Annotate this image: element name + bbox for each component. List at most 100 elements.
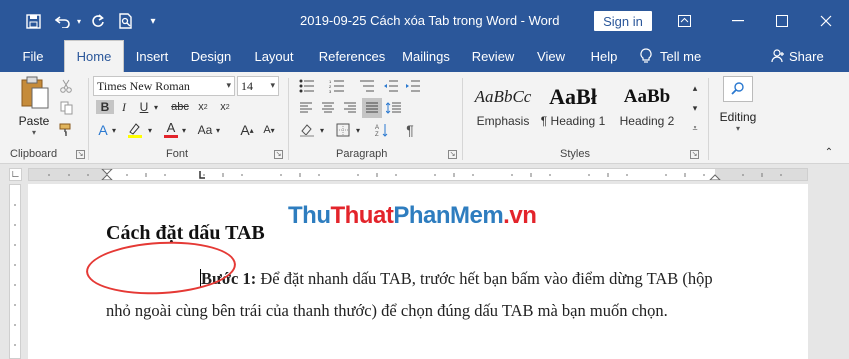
editing-label: Editing (719, 110, 757, 124)
subscript-button[interactable]: x2 (194, 97, 212, 117)
font-color-icon[interactable]: A (162, 119, 180, 139)
bullets-icon[interactable] (296, 76, 318, 96)
align-center-icon[interactable] (318, 98, 338, 118)
divider (462, 78, 463, 160)
font-name-value: Times New Roman (97, 78, 190, 93)
tab-design[interactable]: Design (184, 40, 238, 72)
style-sample: AaBł (549, 84, 597, 109)
share-button[interactable]: Share (771, 40, 824, 72)
styles-more-icon[interactable]: ⩡ (688, 118, 702, 138)
borders-dropdown-icon[interactable]: ▾ (354, 120, 362, 140)
customize-qat-icon[interactable]: ▾ (146, 10, 160, 32)
chevron-down-icon: ▾ (270, 80, 275, 90)
font-size-combo[interactable]: 14 ▾ (237, 76, 279, 96)
shrink-font-icon[interactable]: A ▾ (258, 120, 280, 140)
tab-file[interactable]: File (14, 40, 52, 72)
styles-scroll-down-icon[interactable]: ▾ (688, 98, 702, 118)
share-label: Share (789, 48, 824, 64)
borders-icon[interactable] (332, 120, 354, 140)
multilevel-list-icon[interactable] (356, 76, 378, 96)
tab-selector-icon[interactable]: ∟ (9, 168, 22, 181)
align-right-icon[interactable] (340, 98, 360, 118)
cut-icon[interactable] (58, 76, 74, 96)
line-spacing-icon[interactable] (384, 98, 404, 118)
tab-help[interactable]: Help (584, 40, 624, 72)
vertical-scrollbar[interactable] (833, 184, 849, 359)
lightbulb-icon (640, 48, 652, 63)
font-name-combo[interactable]: Times New Roman ▾ (93, 76, 235, 96)
underline-dropdown-icon[interactable]: ▾ (152, 97, 160, 117)
format-painter-icon[interactable] (58, 120, 74, 140)
divider (708, 78, 709, 160)
redo-icon[interactable] (88, 10, 108, 32)
restore-icon[interactable] (770, 10, 794, 32)
highlight-color-icon[interactable] (124, 120, 146, 140)
collapse-ribbon-icon[interactable]: ⌃ (822, 142, 836, 162)
justify-icon[interactable] (362, 98, 382, 118)
ribbon-display-options-icon[interactable] (672, 10, 696, 32)
show-formatting-icon[interactable]: ¶ (400, 120, 420, 140)
styles-launcher-icon[interactable]: ↘ (690, 150, 699, 159)
bold-button[interactable]: B (96, 97, 114, 117)
italic-button[interactable]: I (116, 97, 132, 117)
grow-font-icon[interactable]: A ▴ (236, 120, 258, 140)
svg-text:3: 3 (329, 89, 332, 93)
copy-icon[interactable] (58, 98, 74, 118)
styles-scroll-up-icon[interactable]: ▴ (688, 78, 702, 98)
sort-icon[interactable]: AZ (372, 120, 392, 140)
minimize-icon[interactable] (726, 10, 750, 32)
style-name: Emphasis (476, 114, 530, 128)
paste-dropdown-icon[interactable]: ▾ (32, 128, 36, 137)
numbering-icon[interactable]: 123 (326, 76, 348, 96)
shading-icon[interactable] (296, 120, 318, 140)
save-icon[interactable] (22, 10, 44, 32)
tab-view[interactable]: View (530, 40, 572, 72)
tab-references[interactable]: References (312, 40, 392, 72)
increase-indent-icon[interactable] (402, 76, 424, 96)
print-preview-icon[interactable] (116, 10, 136, 32)
highlight-dropdown-icon[interactable]: ▾ (146, 120, 154, 140)
divider (288, 78, 289, 160)
close-icon[interactable] (814, 10, 838, 32)
tell-me-label: Tell me (660, 48, 702, 64)
font-color-dropdown-icon[interactable]: ▾ (180, 120, 188, 140)
clipboard-group-label: Clipboard (10, 148, 58, 160)
style-emphasis[interactable]: AaBbCc Emphasis (468, 80, 538, 138)
undo-dropdown-icon[interactable]: ▾ (74, 10, 84, 32)
watermark-logo: ThuThuatPhanMem.vn (288, 202, 537, 229)
tab-home[interactable]: Home (64, 40, 124, 72)
horizontal-ruler[interactable] (28, 168, 808, 181)
find-icon (723, 76, 753, 102)
shading-dropdown-icon[interactable]: ▾ (318, 120, 326, 140)
ribbon: Paste ▾ Clipboard ↘ Times New Roman ▾ 14… (0, 72, 849, 164)
tab-review[interactable]: Review (466, 40, 520, 72)
vertical-ruler[interactable] (9, 184, 21, 359)
style-heading-2[interactable]: AaBb Heading 2 (612, 80, 682, 138)
tab-mailings[interactable]: Mailings (396, 40, 456, 72)
tab-layout[interactable]: Layout (248, 40, 300, 72)
decrease-indent-icon[interactable] (380, 76, 402, 96)
undo-icon[interactable] (52, 10, 74, 32)
paragraph-launcher-icon[interactable]: ↘ (448, 150, 457, 159)
text-effects-dropdown-icon[interactable]: ▾ (110, 120, 118, 140)
font-launcher-icon[interactable]: ↘ (274, 150, 283, 159)
align-left-icon[interactable] (296, 98, 316, 118)
underline-button[interactable]: U (136, 97, 152, 117)
editing-button[interactable]: Editing ▾ (714, 76, 762, 146)
document-page[interactable]: ThuThuatPhanMem.vn Cách đặt dấu TAB Bước… (28, 184, 808, 359)
sign-in-button[interactable]: Sign in (594, 11, 652, 31)
strikethrough-button[interactable]: abc (170, 97, 190, 117)
paste-button[interactable]: Paste ▾ (14, 76, 54, 140)
font-group-label: Font (166, 148, 189, 160)
change-case-icon[interactable]: Aa (194, 120, 216, 140)
clipboard-launcher-icon[interactable]: ↘ (76, 150, 85, 159)
chevron-down-icon: ▾ (226, 80, 231, 90)
superscript-button[interactable]: x2 (216, 97, 234, 117)
style-heading-1[interactable]: AaBł ¶ Heading 1 (538, 80, 608, 138)
tab-insert[interactable]: Insert (128, 40, 176, 72)
clipboard-icon (21, 76, 49, 109)
tell-me-box[interactable]: Tell me (640, 40, 701, 72)
change-case-dropdown-icon[interactable]: ▾ (214, 120, 222, 140)
ribbon-tabs: File Home Insert Design Layout Reference… (0, 38, 849, 72)
vertical-ruler-ticks (14, 204, 16, 346)
